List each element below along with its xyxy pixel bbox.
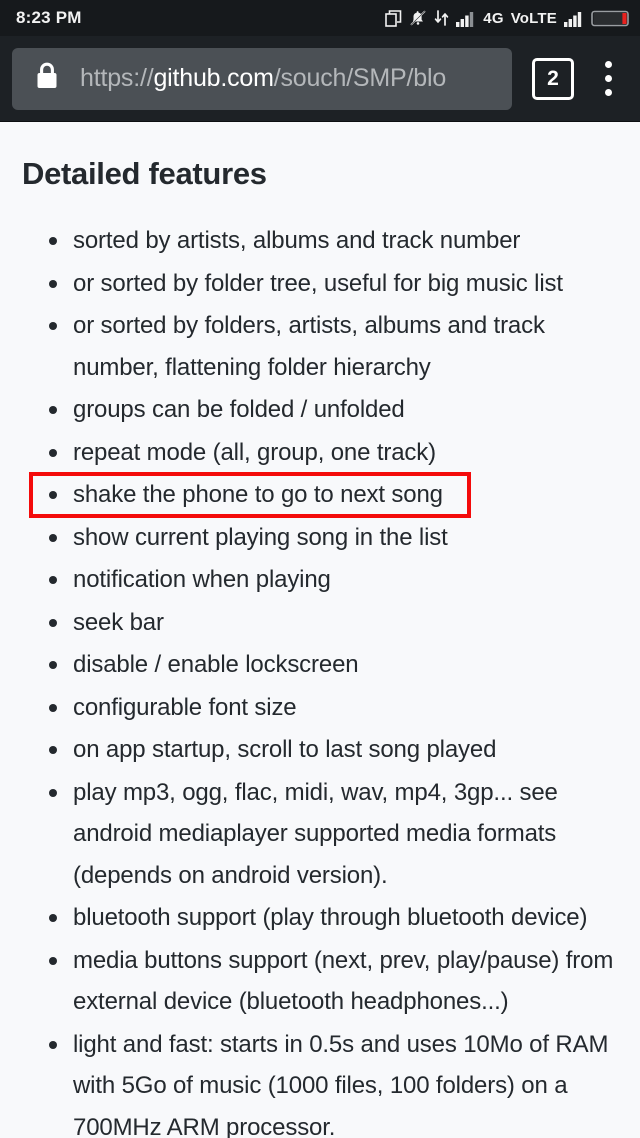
address-bar-url: https://github.com/souch/SMP/blo (80, 64, 446, 93)
webpage-content: Detailed features sorted by artists, alb… (0, 122, 640, 1138)
url-domain: github.com (153, 64, 274, 92)
list-item-text: show current playing song in the list (73, 523, 448, 551)
list-item-text: configurable font size (73, 693, 297, 721)
menu-dot (604, 75, 612, 82)
tab-counter-button[interactable]: 2 (532, 57, 574, 100)
list-item: configurable font size (0, 687, 640, 729)
list-item: sorted by artists, albums and track numb… (0, 220, 640, 262)
list-item: media buttons support (next, prev, play/… (0, 940, 640, 1023)
list-item: bluetooth support (play through bluetoot… (0, 897, 640, 939)
status-bar-icons: 4G VoLTE (385, 9, 631, 28)
list-item-text: on app startup, scroll to last song play… (73, 736, 497, 763)
menu-dot (604, 61, 612, 68)
feature-list: sorted by artists, albums and track numb… (0, 220, 640, 1138)
list-item-text: sorted by artists, albums and track numb… (73, 227, 521, 254)
list-item-text: shake the phone to go to next song (73, 481, 443, 508)
battery-low-icon (591, 9, 631, 28)
list-item-text: notification when playing (73, 566, 331, 593)
list-item-text: seek bar (73, 608, 164, 636)
browser-toolbar: https://github.com/souch/SMP/blo 2 (0, 36, 640, 122)
list-item-text: disable / enable lockscreen (73, 651, 359, 678)
menu-dot (604, 89, 612, 96)
lock-icon (34, 61, 60, 96)
signal-bars-icon (456, 10, 476, 27)
url-scheme: https:// (80, 64, 154, 92)
list-item: shake the phone to go to next song (0, 474, 640, 516)
list-item: or sorted by folder tree, useful for big… (0, 263, 640, 305)
list-item-text: repeat mode (all, group, one track) (73, 438, 436, 466)
list-item: play mp3, ogg, flac, midi, wav, mp4, 3gp… (0, 772, 640, 897)
page-title: Detailed features (22, 156, 267, 191)
list-item-text: play mp3, ogg, flac, midi, wav, mp4, 3gp… (73, 778, 558, 889)
list-item-text: bluetooth support (play through bluetoot… (73, 904, 588, 931)
list-item-text: media buttons support (next, prev, play/… (73, 946, 614, 1016)
list-item: light and fast: starts in 0.5s and uses … (0, 1024, 640, 1138)
list-item-text: light and fast: starts in 0.5s and uses … (73, 1030, 609, 1138)
list-item: show current playing song in the list (0, 517, 640, 559)
address-bar[interactable]: https://github.com/souch/SMP/blo (12, 47, 512, 110)
list-item: or sorted by folders, artists, albums an… (0, 305, 640, 388)
network-type-label: 4G (483, 9, 504, 27)
list-item: seek bar (0, 602, 640, 644)
list-item: groups can be folded / unfolded (0, 389, 640, 431)
list-item: notification when playing (0, 559, 640, 601)
list-item-text: groups can be folded / unfolded (73, 396, 405, 423)
list-item-text: or sorted by folder tree, useful for big… (73, 269, 563, 297)
list-item: on app startup, scroll to last song play… (0, 729, 640, 771)
multi-window-icon (385, 9, 402, 27)
data-transfer-icon (434, 9, 449, 27)
volte-label: VoLTE (510, 9, 557, 27)
notifications-muted-icon (409, 9, 427, 27)
signal-bars-secondary-icon (564, 10, 584, 27)
list-item-text: or sorted by folders, artists, albums an… (73, 312, 545, 381)
status-bar: 8:23 PM 4G VoLTE (0, 0, 640, 36)
tab-counter-label: 2 (547, 66, 559, 90)
list-item: repeat mode (all, group, one track) (0, 432, 640, 474)
status-bar-clock: 8:23 PM (16, 8, 82, 27)
url-path: /souch/SMP/blo (273, 64, 447, 92)
overflow-menu-icon[interactable] (586, 54, 630, 104)
list-item: disable / enable lockscreen (0, 644, 640, 686)
